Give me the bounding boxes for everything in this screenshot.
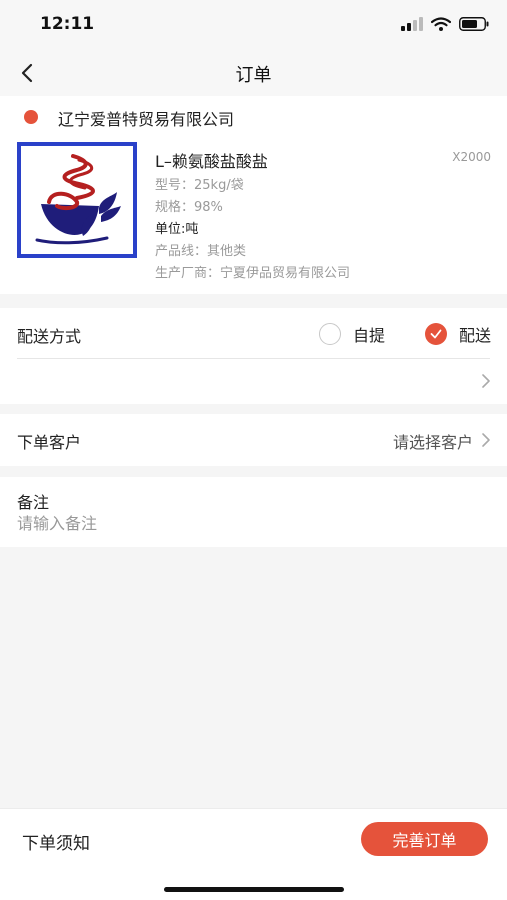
customer-label: 下单客户: [17, 433, 82, 452]
radio-pickup-label: 自提: [352, 326, 385, 345]
page-title: 订单: [235, 65, 272, 86]
product-model: 型号：25kg/袋: [155, 178, 244, 193]
store-dot-icon: [24, 110, 38, 124]
bottom-bar: 下单须知 完善订单: [0, 808, 507, 900]
product-unit: 单位:吨: [155, 222, 199, 237]
customer-row[interactable]: 下单客户 请选择客户: [0, 414, 507, 466]
product-name: L–赖氨酸盐酸盐: [155, 152, 268, 171]
complete-order-button[interactable]: 完善订单: [361, 822, 488, 856]
product-quantity: X2000: [452, 150, 491, 164]
remark-input[interactable]: [17, 511, 487, 535]
product-spec: 规格：98%: [155, 200, 223, 215]
delivery-label: 配送方式: [17, 327, 82, 346]
delivery-options: 自提 配送: [279, 322, 491, 346]
customer-select: 请选择客户: [392, 433, 473, 452]
order-notice-link[interactable]: 下单须知: [22, 829, 90, 854]
order-item-card: 辽宁爱普特贸易有限公司 L–赖氨酸盐酸盐 X2000 型号：25kg/袋 规格：…: [0, 96, 507, 294]
signal-icon: [401, 17, 423, 31]
check-icon: [430, 329, 442, 339]
status-time: 12:11: [40, 14, 95, 34]
chevron-right-icon: [482, 374, 490, 388]
status-icons: [401, 16, 489, 32]
product-manufacturer: 生产厂商：宁夏伊品贸易有限公司: [155, 266, 351, 281]
status-bar: 12:11: [0, 0, 507, 50]
delivery-card: 配送方式 自提 配送: [0, 308, 507, 404]
radio-pickup[interactable]: 自提: [318, 322, 385, 346]
product-image: [17, 142, 137, 258]
address-select-row[interactable]: [0, 359, 507, 404]
nav-bar: 订单: [0, 50, 507, 96]
home-indicator: [164, 887, 344, 892]
chevron-right-icon: [482, 433, 490, 447]
store-name: 辽宁爱普特贸易有限公司: [58, 110, 235, 129]
coffee-cup-logo-icon: [35, 154, 121, 245]
battery-icon: [459, 17, 489, 31]
radio-unchecked-icon: [318, 323, 341, 345]
radio-delivery-label: 配送: [458, 326, 491, 345]
radio-checked-icon: [424, 323, 447, 345]
radio-delivery[interactable]: 配送: [424, 322, 491, 346]
wifi-icon: [431, 17, 451, 31]
remark-label: 备注: [17, 493, 50, 512]
remark-card: 备注: [0, 477, 507, 547]
product-line: 产品线：其他类: [155, 244, 247, 259]
